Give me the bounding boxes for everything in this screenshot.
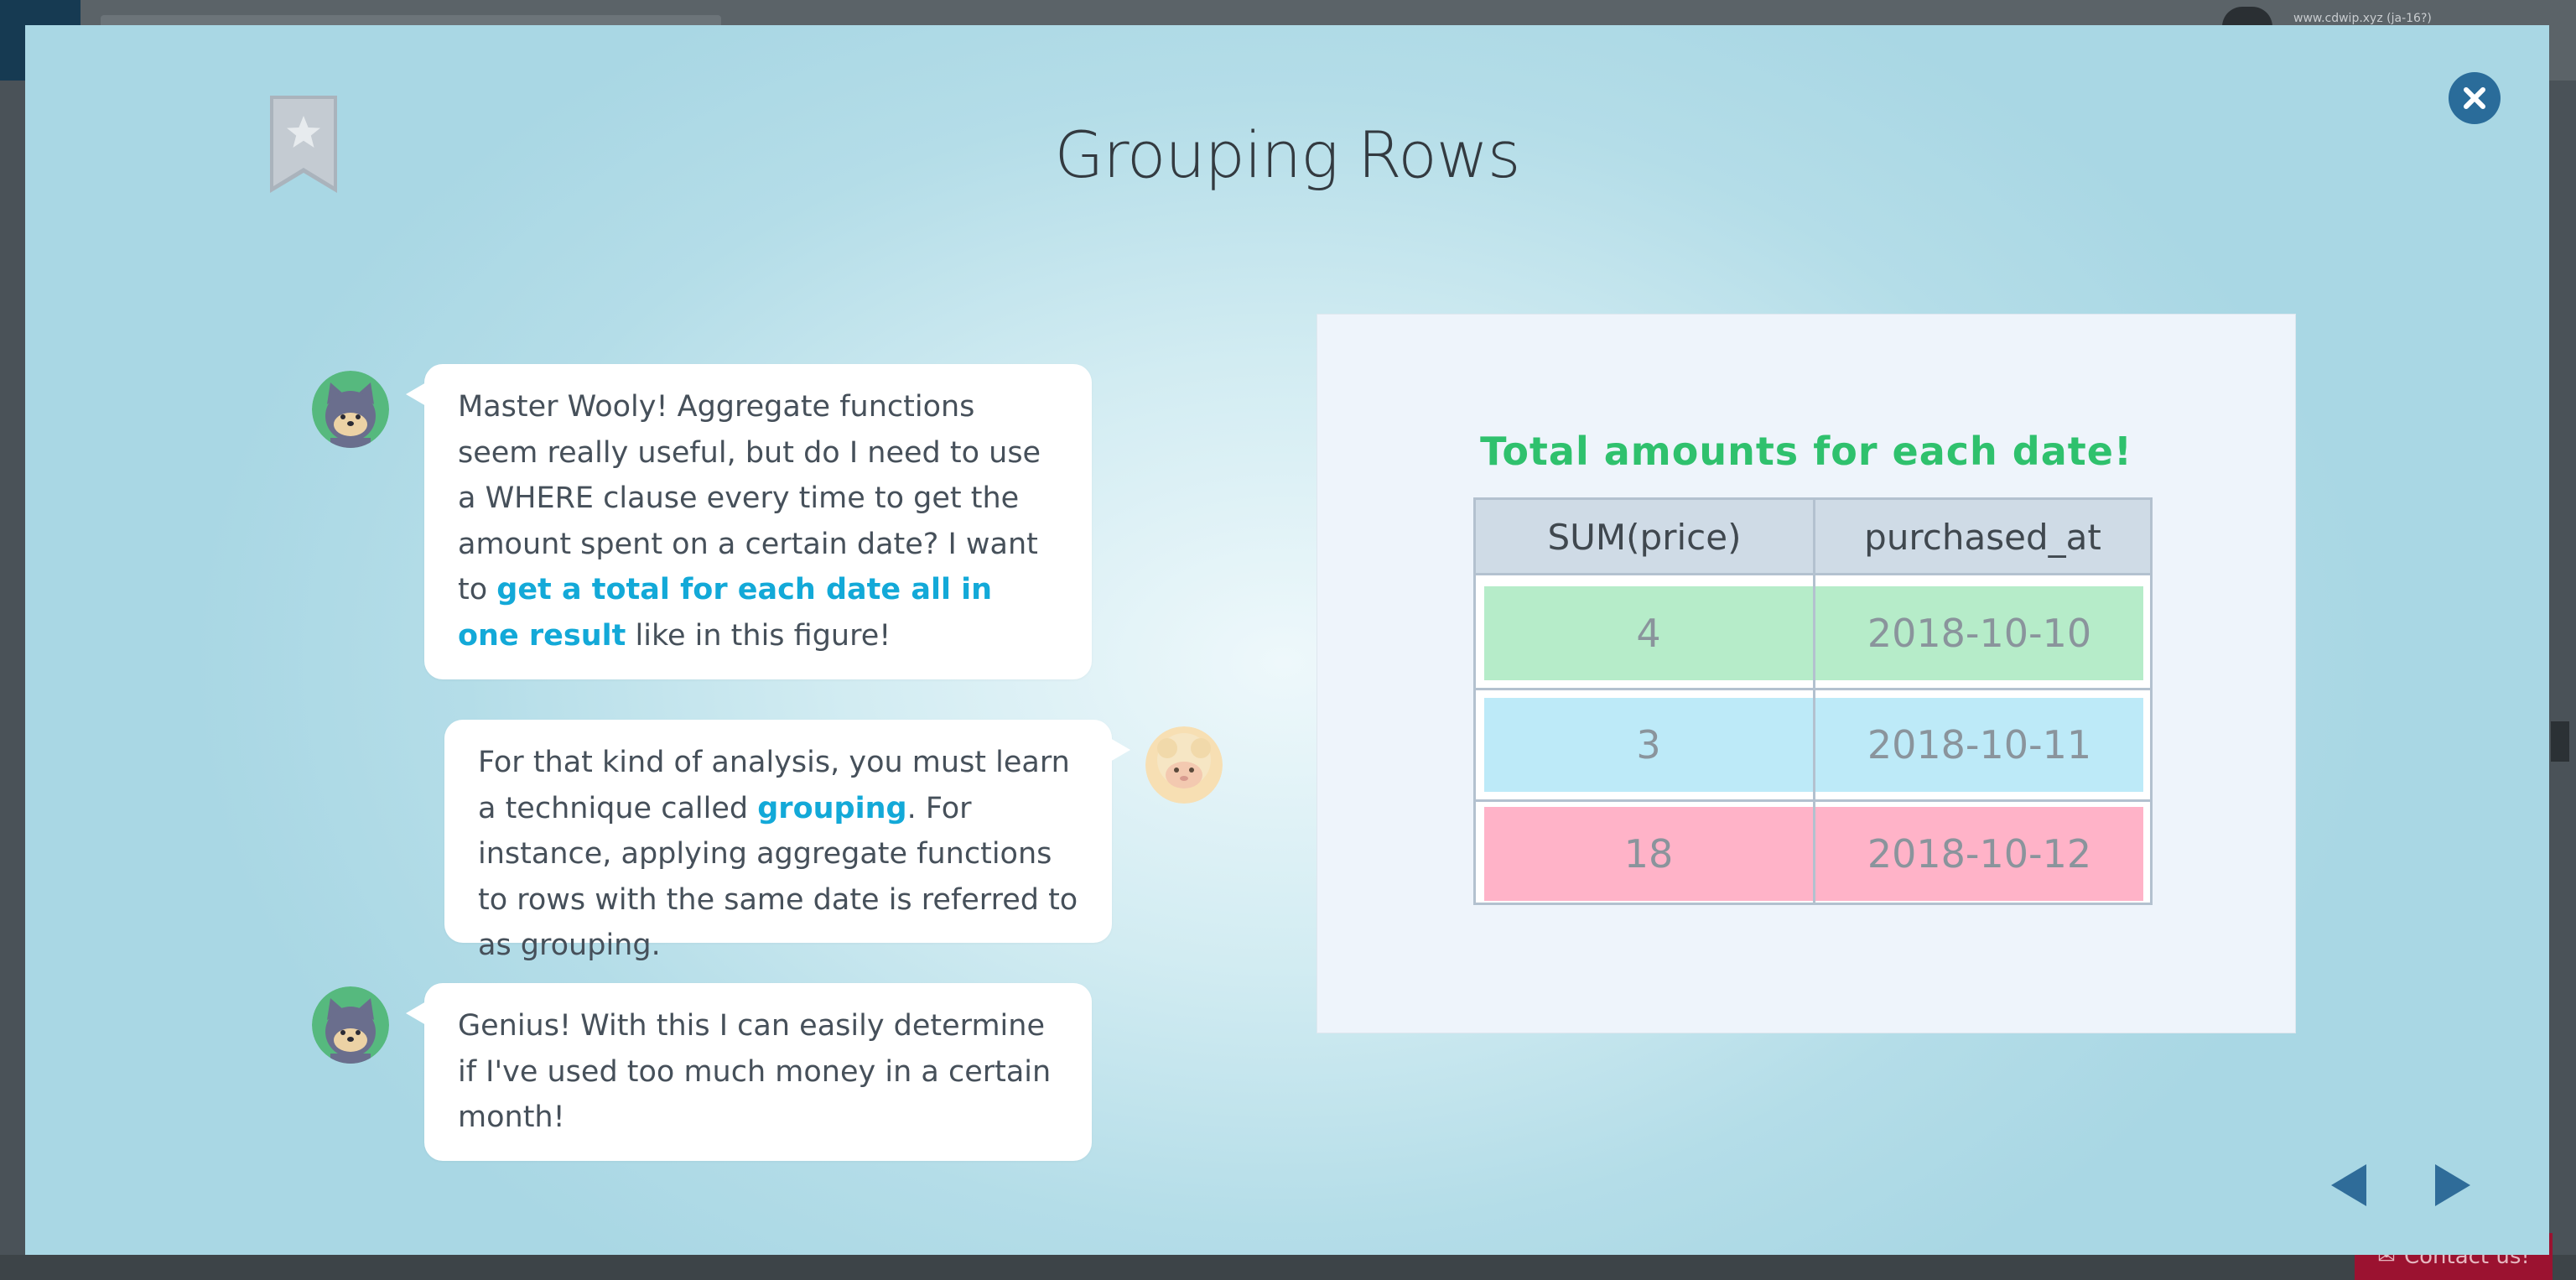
background-bottom-bar bbox=[0, 1255, 2576, 1280]
column-header-purchased-at: purchased_at bbox=[1864, 517, 2101, 558]
figure-title: Total amounts for each date! bbox=[1480, 429, 2132, 474]
next-slide-button[interactable] bbox=[2432, 1163, 2474, 1208]
student-avatar bbox=[312, 986, 389, 1064]
table-cell: 2018-10-12 bbox=[1867, 831, 2092, 877]
column-header-sum-price: SUM(price) bbox=[1547, 517, 1742, 558]
background-scrollbar[interactable] bbox=[2551, 721, 2569, 762]
chat-bubble-student-2: Genius! With this I can easily determine… bbox=[406, 983, 1092, 1161]
modal-title: Grouping Rows bbox=[1054, 117, 1520, 192]
triangle-right-icon bbox=[2435, 1164, 2470, 1206]
example-figure: Total amounts for each date! SUM(price) … bbox=[1317, 314, 2296, 1033]
lesson-modal: Grouping Rows Master Wooly! Aggregate fu… bbox=[25, 25, 2549, 1255]
chat-bubble-teacher: For that kind of analysis, you must lear… bbox=[444, 720, 1130, 962]
close-button[interactable] bbox=[2449, 72, 2501, 124]
message-text: Genius! With this I can easily determine… bbox=[458, 1009, 1052, 1134]
student-avatar bbox=[312, 371, 389, 448]
background-user-text: www.cdwip.xyz (ja-16?) bbox=[2293, 12, 2432, 25]
table-cell: 3 bbox=[1636, 722, 1661, 767]
result-table: SUM(price) purchased_at 4 2018-10-10 3 2… bbox=[1473, 497, 2153, 905]
table-cell: 2018-10-11 bbox=[1867, 722, 2092, 767]
chat-bubble-student-1: Master Wooly! Aggregate functions seem r… bbox=[406, 364, 1092, 679]
column-divider bbox=[1813, 500, 1815, 903]
table-cell: 2018-10-10 bbox=[1867, 611, 2092, 656]
message-highlight: grouping bbox=[757, 791, 907, 825]
table-cell: 4 bbox=[1636, 611, 1661, 656]
triangle-left-icon bbox=[2331, 1164, 2366, 1206]
message-text: like in this figure! bbox=[626, 618, 891, 653]
previous-slide-button[interactable] bbox=[2328, 1163, 2370, 1208]
table-cell: 18 bbox=[1623, 831, 1674, 877]
close-icon bbox=[2464, 87, 2485, 109]
teacher-avatar bbox=[1145, 726, 1223, 804]
